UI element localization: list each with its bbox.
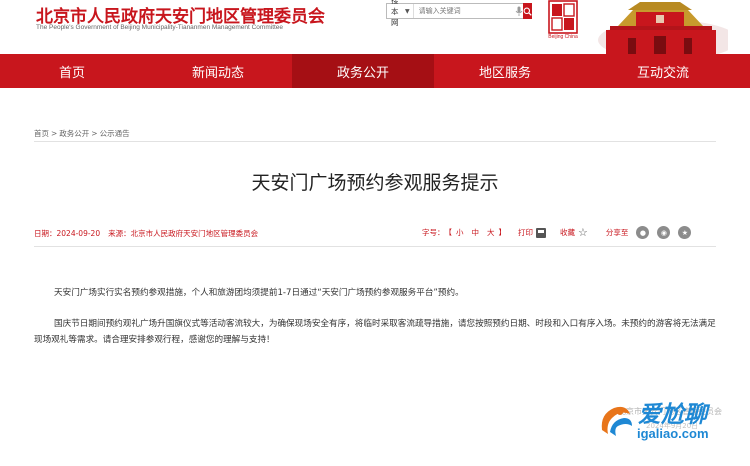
site-header: 北京市人民政府天安门地区管理委员会 The People's Governmen… <box>0 0 750 54</box>
nav-label: 政务公开 <box>336 65 389 81</box>
article-tools: 字号： 【 小 中 大 】 打印 收藏 ☆ 分享至 ● ◉ ★ <box>422 226 692 239</box>
site-subtitle: The People's Government of Beijing Munic… <box>36 24 284 31</box>
print-icon[interactable] <box>536 227 546 238</box>
watermark-url: igaliao.com <box>637 426 709 441</box>
font-size-medium[interactable]: 中 <box>472 227 480 238</box>
article-paragraph: 天安门广场实行实名预约参观措施，个人和旅游团均须提前1-7日通过“天安门广场预约… <box>54 288 464 298</box>
tiananmen-gate-illustration <box>598 2 728 54</box>
breadcrumb: 首页 > 政务公开 > 公示通告 <box>34 128 130 139</box>
search-icon <box>523 7 532 16</box>
font-size-label: 字号： <box>422 228 445 237</box>
article-title: 天安门广场预约参观服务提示 <box>251 172 499 194</box>
chevron-down-icon: ▼ <box>404 7 410 15</box>
font-size-small[interactable]: 小 <box>456 227 464 238</box>
wechat-icon[interactable]: ● <box>636 226 650 239</box>
search-button[interactable] <box>522 3 532 19</box>
seal-caption: Beijing China <box>548 34 578 40</box>
nav-item-interaction[interactable]: 互动交流 <box>576 54 750 88</box>
main-nav: 首页 新闻动态 政务公开 地区服务 互动交流 <box>0 54 750 88</box>
qzone-icon[interactable]: ★ <box>678 226 692 239</box>
breadcrumb-notices[interactable]: 公示通告 <box>100 129 130 138</box>
search-bar: 搜本网 ▼ <box>386 0 532 27</box>
source-label: 来源： <box>108 229 131 238</box>
article-paragraph: 国庆节日期间预约观礼广场升国旗仪式等活动客流较大，为确保现场安全有序，将临时采取… <box>34 319 716 345</box>
star-icon[interactable]: ☆ <box>578 226 588 239</box>
search-input[interactable] <box>413 4 515 18</box>
nav-item-government-affairs[interactable]: 政务公开 <box>292 54 434 88</box>
font-size-large[interactable]: 大 <box>487 227 495 238</box>
nav-label: 首页 <box>58 65 85 81</box>
publish-date: 2024-09-20 <box>56 229 101 238</box>
article-meta: 日期：2024-09-20 来源：北京市人民政府天安门地区管理委员会 <box>34 228 258 239</box>
bracket-open: 【 <box>444 228 453 237</box>
watermark-text: 爱尬聊 <box>638 402 707 428</box>
divider <box>34 246 716 247</box>
weibo-icon[interactable]: ◉ <box>657 226 671 239</box>
breadcrumb-separator: > <box>51 129 58 138</box>
favorite-button[interactable]: 收藏 <box>560 227 575 238</box>
nav-item-news[interactable]: 新闻动态 <box>144 54 292 88</box>
print-button[interactable]: 打印 <box>518 227 533 238</box>
divider <box>34 141 716 142</box>
watermark-logo-icon <box>601 406 632 436</box>
share-label: 分享至 <box>605 228 629 237</box>
source-name: 北京市人民政府天安门地区管理委员会 <box>130 229 259 238</box>
search-scope-label: 搜本网 <box>391 0 399 27</box>
date-label: 日期： <box>34 229 57 238</box>
nav-label: 互动交流 <box>636 65 689 81</box>
search-scope-select[interactable]: 搜本网 ▼ <box>387 0 414 27</box>
nav-label: 地区服务 <box>478 65 531 81</box>
breadcrumb-government-affairs[interactable]: 政务公开 <box>59 129 89 138</box>
nav-item-home[interactable]: 首页 <box>0 54 144 88</box>
breadcrumb-separator: > <box>91 129 98 138</box>
microphone-icon[interactable] <box>515 4 523 18</box>
breadcrumb-home[interactable]: 首页 <box>34 129 49 138</box>
nav-item-district-services[interactable]: 地区服务 <box>434 54 576 88</box>
bracket-close: 】 <box>498 228 507 237</box>
beijing-seal-icon <box>548 0 578 34</box>
nav-label: 新闻动态 <box>191 65 244 81</box>
